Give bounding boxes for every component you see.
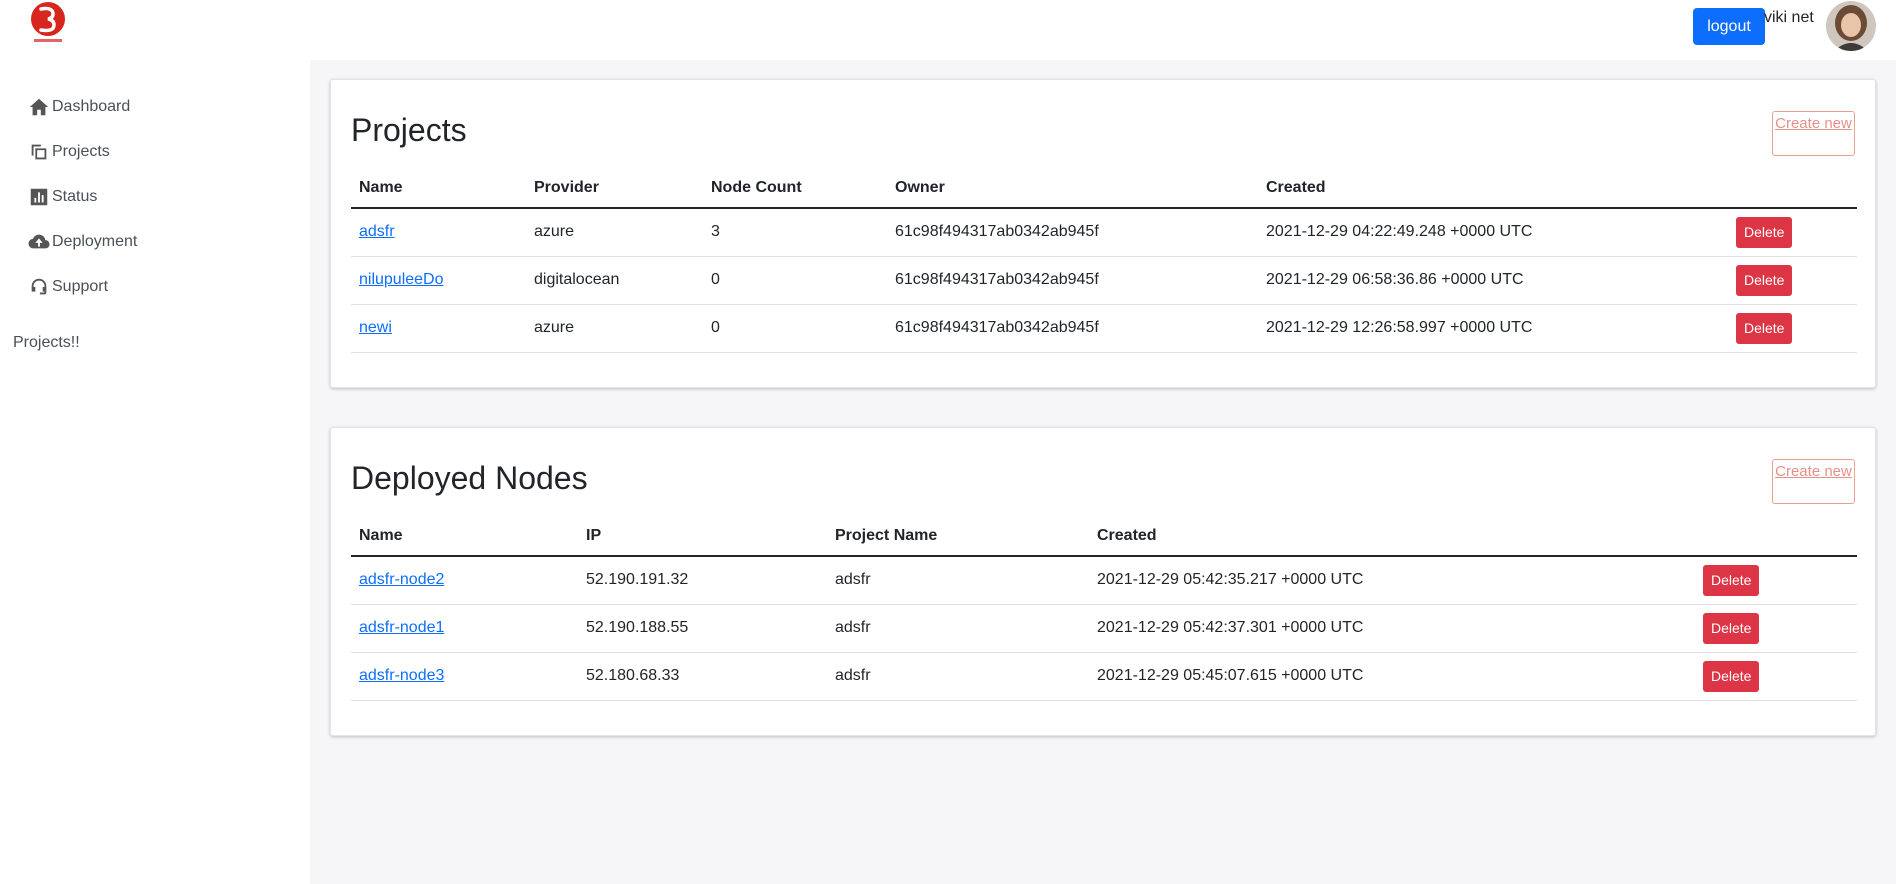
- sidebar: Dashboard Projects Status Deployment Sup…: [0, 60, 310, 884]
- delete-button[interactable]: Delete: [1736, 264, 1793, 296]
- home-icon: [29, 98, 49, 116]
- created-cell: 2021-12-29 12:26:58.997 +0000 UTC: [1258, 304, 1728, 353]
- nodes-card: Deployed Nodes Create new Name IP Projec…: [330, 427, 1876, 736]
- sidebar-item-deployment[interactable]: Deployment: [28, 231, 137, 253]
- delete-button[interactable]: Delete: [1736, 216, 1793, 248]
- column-header: Created: [1258, 172, 1728, 209]
- sidebar-item-label: Support: [52, 278, 109, 295]
- owner-cell: 61c98f494317ab0342ab945f: [887, 256, 1258, 305]
- owner-cell: 61c98f494317ab0342ab945f: [887, 304, 1258, 353]
- project-name-cell: adsfr: [827, 556, 1089, 605]
- sidebar-item-label: Projects: [52, 143, 110, 160]
- table-row: adsfr-node1 52.190.188.55 adsfr 2021-12-…: [351, 604, 1857, 653]
- created-cell: 2021-12-29 06:58:36.86 +0000 UTC: [1258, 256, 1728, 305]
- table-row: newi azure 0 61c98f494317ab0342ab945f 20…: [351, 304, 1857, 353]
- table-header-row: Name IP Project Name Created: [351, 520, 1857, 557]
- projects-card: Projects Create new Name Provider Node C…: [330, 79, 1876, 388]
- created-cell: 2021-12-29 05:42:37.301 +0000 UTC: [1089, 604, 1695, 653]
- column-header: Name: [351, 520, 578, 557]
- ip-cell: 52.180.68.33: [578, 652, 827, 701]
- cloud-upload-icon: [28, 234, 50, 249]
- table-row: adsfr azure 3 61c98f494317ab0342ab945f 2…: [351, 208, 1857, 257]
- delete-button[interactable]: Delete: [1736, 312, 1793, 344]
- created-cell: 2021-12-29 04:22:49.248 +0000 UTC: [1258, 208, 1728, 257]
- node-link[interactable]: adsfr-node1: [359, 619, 444, 636]
- provider-cell: azure: [526, 304, 703, 353]
- copy-icon: [31, 144, 47, 160]
- app-logo[interactable]: [26, 0, 70, 46]
- table-header-row: Name Provider Node Count Owner Created: [351, 172, 1857, 209]
- node-link[interactable]: adsfr-node2: [359, 571, 444, 588]
- sidebar-item-label: Status: [52, 188, 98, 205]
- provider-cell: azure: [526, 208, 703, 257]
- sidebar-item-label: Deployment: [52, 233, 138, 250]
- create-project-button[interactable]: Create new: [1772, 111, 1855, 156]
- column-header: [1728, 172, 1857, 209]
- node-count-cell: 0: [703, 304, 887, 353]
- chart-icon: [30, 188, 48, 206]
- ip-cell: 52.190.191.32: [578, 556, 827, 605]
- column-header: [1695, 520, 1857, 557]
- delete-button[interactable]: Delete: [1703, 612, 1760, 644]
- table-row: adsfr-node2 52.190.191.32 adsfr 2021-12-…: [351, 556, 1857, 605]
- node-count-cell: 3: [703, 208, 887, 257]
- created-cell: 2021-12-29 05:42:35.217 +0000 UTC: [1089, 556, 1695, 605]
- sidebar-item-status[interactable]: Status: [28, 186, 97, 208]
- project-link[interactable]: newi: [359, 319, 392, 336]
- delete-button[interactable]: Delete: [1703, 660, 1760, 692]
- table-row: adsfr-node3 52.180.68.33 adsfr 2021-12-2…: [351, 652, 1857, 701]
- user-name: viki net: [1764, 9, 1814, 26]
- project-link[interactable]: nilupuleeDo: [359, 271, 444, 288]
- delete-button[interactable]: Delete: [1703, 564, 1760, 596]
- column-header: IP: [578, 520, 827, 557]
- projects-table: Name Provider Node Count Owner Created a…: [351, 172, 1857, 353]
- create-node-button[interactable]: Create new: [1772, 459, 1855, 504]
- created-cell: 2021-12-29 05:45:07.615 +0000 UTC: [1089, 652, 1695, 701]
- column-header: Node Count: [703, 172, 887, 209]
- project-link[interactable]: adsfr: [359, 223, 395, 240]
- avatar[interactable]: [1826, 1, 1876, 51]
- table-row: nilupuleeDo digitalocean 0 61c98f494317a…: [351, 256, 1857, 305]
- projects-title: Projects: [351, 112, 467, 148]
- logout-button[interactable]: logout: [1693, 8, 1765, 45]
- column-header: Name: [351, 172, 526, 209]
- main-content: Projects Create new Name Provider Node C…: [310, 60, 1896, 884]
- sidebar-note: Projects!!: [13, 334, 80, 351]
- project-name-cell: adsfr: [827, 652, 1089, 701]
- sidebar-item-support[interactable]: Support: [28, 276, 108, 298]
- sidebar-item-label: Dashboard: [52, 98, 131, 115]
- ip-cell: 52.190.188.55: [578, 604, 827, 653]
- owner-cell: 61c98f494317ab0342ab945f: [887, 208, 1258, 257]
- sidebar-item-dashboard[interactable]: Dashboard: [28, 96, 130, 118]
- node-count-cell: 0: [703, 256, 887, 305]
- provider-cell: digitalocean: [526, 256, 703, 305]
- project-name-cell: adsfr: [827, 604, 1089, 653]
- column-header: Project Name: [827, 520, 1089, 557]
- headset-icon: [31, 278, 47, 295]
- nodes-title: Deployed Nodes: [351, 460, 588, 496]
- column-header: Created: [1089, 520, 1695, 557]
- nodes-table: Name IP Project Name Created adsfr-node2…: [351, 520, 1857, 701]
- column-header: Owner: [887, 172, 1258, 209]
- node-link[interactable]: adsfr-node3: [359, 667, 444, 684]
- column-header: Provider: [526, 172, 703, 209]
- sidebar-item-projects[interactable]: Projects: [28, 141, 110, 163]
